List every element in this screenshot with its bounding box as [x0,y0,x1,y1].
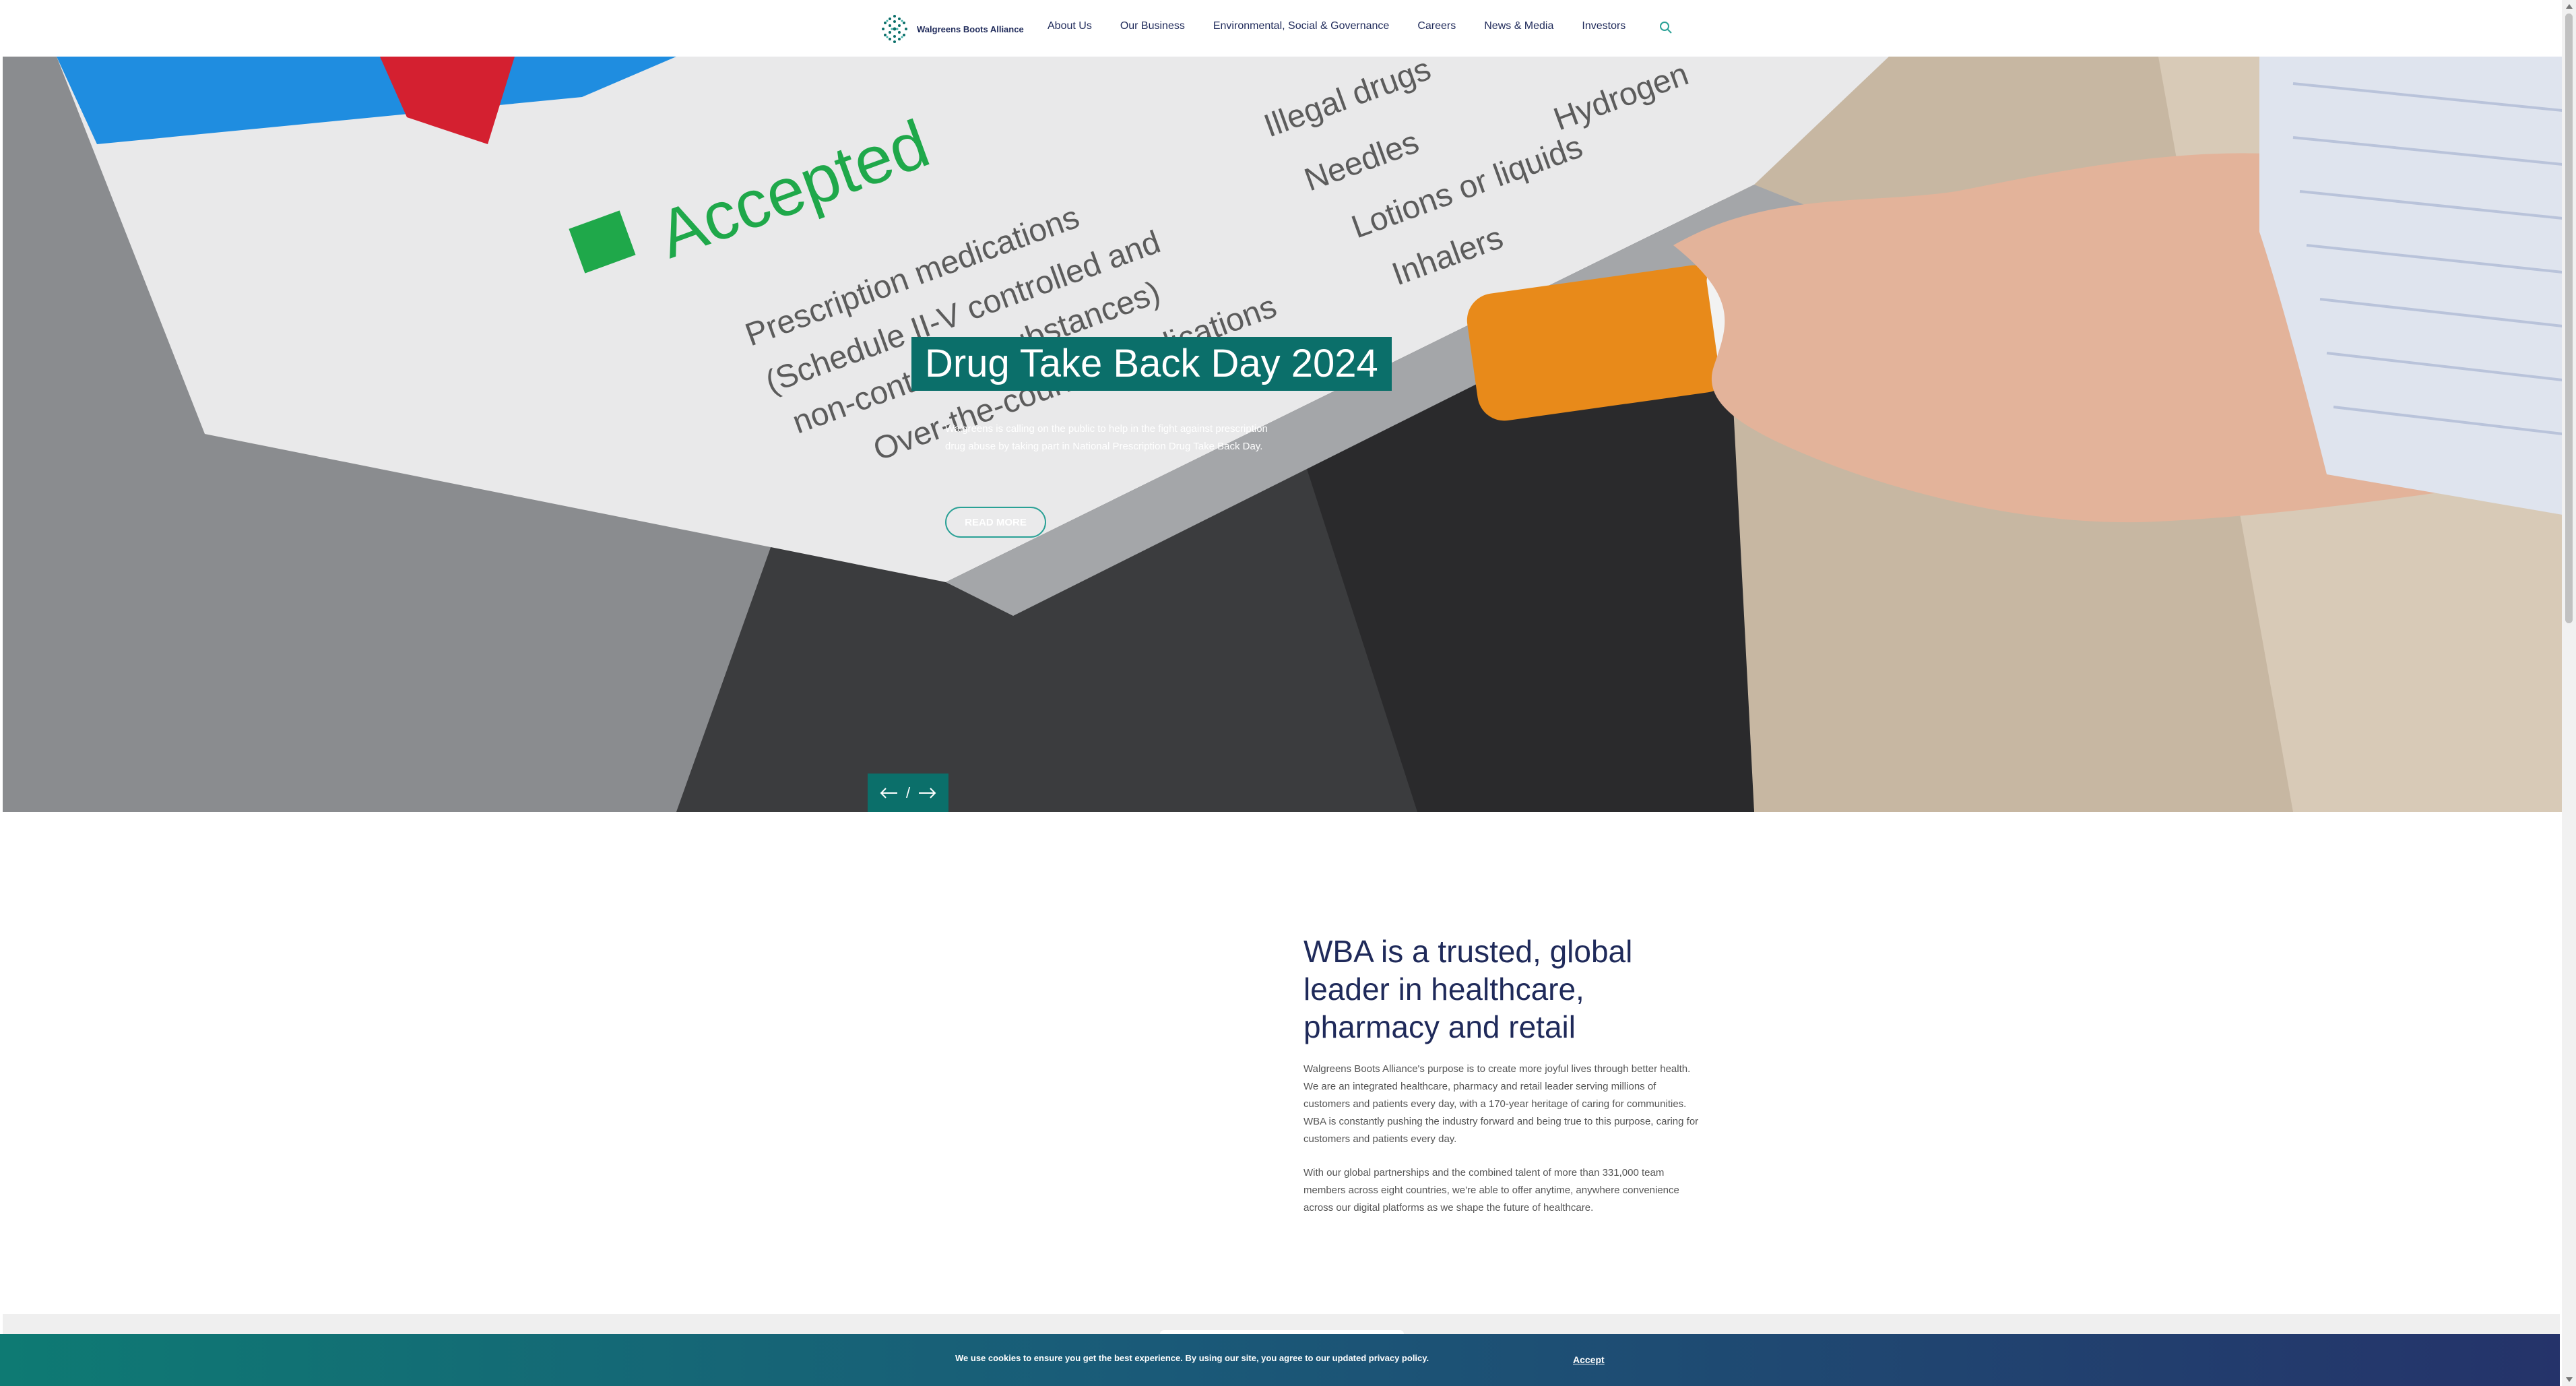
wba-logo-icon [882,15,907,43]
nav-item-news-media[interactable]: News & Media [1484,20,1553,32]
arrow-right-icon[interactable] [917,786,937,800]
hero-title: Drug Take Back Day 2024 [911,337,1392,391]
accept-cookies-button[interactable]: Accept [1573,1354,1605,1365]
cookie-message: We use cookies to ensure you get the bes… [955,1353,1429,1363]
slider-controls: / [868,774,948,812]
cookie-banner: We use cookies to ensure you get the bes… [0,1334,2560,1386]
scrollbar[interactable] [2562,0,2576,1386]
hero-image: Accepted Prescription medications (Sched… [3,57,2563,812]
read-more-button[interactable]: READ MORE [945,507,1046,538]
intro-paragraph: Walgreens Boots Alliance's purpose is to… [1303,1063,1699,1145]
intro-paragraph: With our global partnerships and the com… [1303,1167,1679,1214]
nav-item-our-business[interactable]: Our Business [1120,20,1185,32]
logo[interactable]: Walgreens Boots Alliance [878,12,1024,46]
nav-item-about-us[interactable]: About Us [1048,20,1092,32]
scrollbar-thumb[interactable] [2565,13,2573,623]
intro-heading: WBA is a trusted, global leader in healt… [1303,934,1633,1044]
logo-text: Walgreens Boots Alliance [917,24,1024,34]
arrow-left-icon[interactable] [879,786,899,800]
slider-separator: / [905,784,911,801]
hero-carousel: Accepted Prescription medications (Sched… [3,57,2563,812]
search-icon[interactable] [1659,20,1673,35]
main-nav: About Us Our Business Environmental, Soc… [1048,20,1654,32]
scroll-down-arrow-icon[interactable] [2566,1377,2573,1382]
site-header: Walgreens Boots Alliance About Us Our Bu… [0,0,2560,57]
nav-item-esg[interactable]: Environmental, Social & Governance [1213,20,1389,32]
hero-description: Walgreens is calling on the public to he… [945,423,1268,452]
nav-item-investors[interactable]: Investors [1582,20,1625,32]
scroll-up-arrow-icon[interactable] [2566,4,2573,9]
nav-item-careers[interactable]: Careers [1417,20,1456,32]
